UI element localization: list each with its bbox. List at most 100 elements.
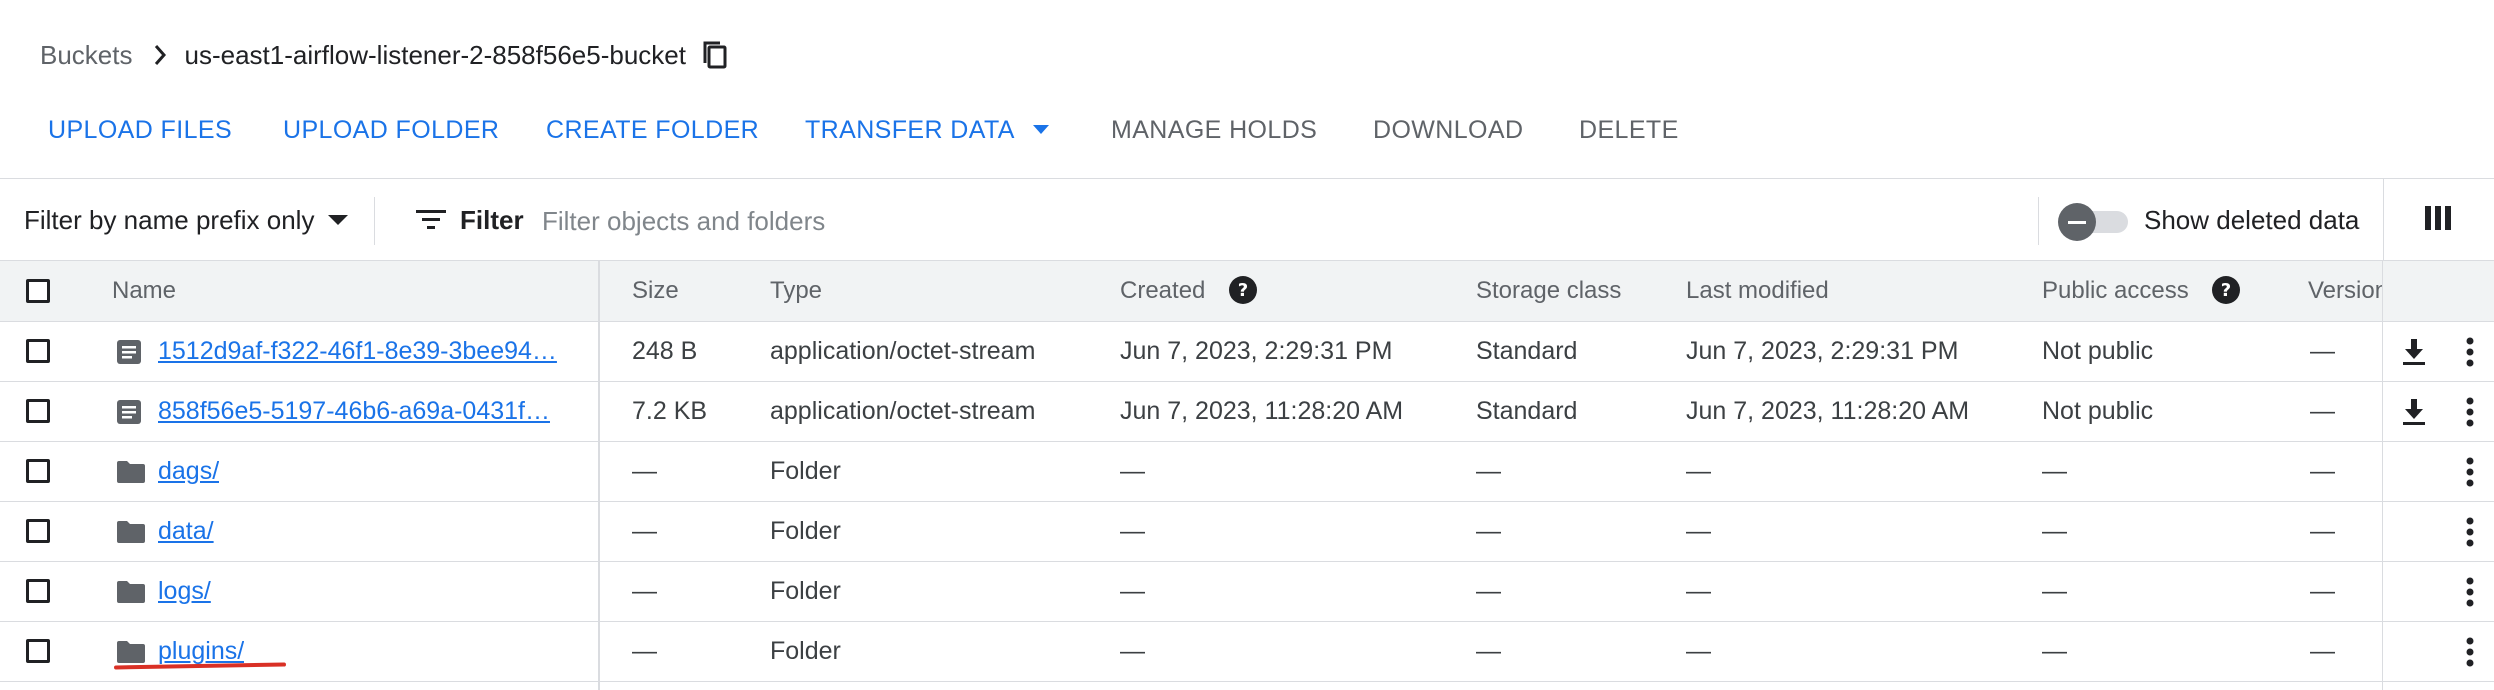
file-icon [116, 339, 142, 370]
divider [374, 197, 375, 245]
cell-storage-class: — [1476, 517, 1501, 545]
cell-version: — [2310, 337, 2335, 365]
create-folder-button[interactable]: CREATE FOLDER [546, 100, 759, 160]
svg-text:?: ? [2221, 280, 2231, 301]
delete-button[interactable]: DELETE [1579, 100, 1679, 160]
transfer-data-dropdown[interactable]: TRANSFER DATA [805, 100, 1049, 160]
cell-created: Jun 7, 2023, 11:28:20 AM [1120, 397, 1404, 425]
header-last-modified[interactable]: Last modified [1686, 261, 1829, 321]
cell-size: — [632, 457, 657, 485]
object-name-link[interactable]: 858f56e5-5197-46b6-a69a-0431f… [158, 381, 550, 441]
row-checkbox[interactable] [26, 639, 50, 663]
table-row[interactable]: 1512d9af-f322-46f1-8e39-3bee94… 248 B appl… [0, 321, 2494, 382]
cell-public-access: Not public [2042, 397, 2154, 425]
sticky-column-divider [2382, 260, 2383, 690]
filter-button[interactable]: Filter [416, 179, 524, 261]
select-all-checkbox[interactable] [26, 279, 50, 303]
help-icon[interactable]: ? [1228, 275, 1258, 305]
cell-storage-class: — [1476, 637, 1501, 665]
more-vert-icon[interactable] [2466, 577, 2474, 612]
cell-version: — [2310, 397, 2335, 425]
download-button[interactable]: DOWNLOAD [1373, 100, 1523, 160]
cell-size: 7.2 KB [632, 397, 708, 425]
cell-public-access: — [2042, 517, 2067, 545]
transfer-data-label: TRANSFER DATA [805, 116, 1015, 144]
table-row[interactable]: data/ — Folder — — — — — [0, 501, 2494, 562]
cell-storage-class: — [1476, 457, 1501, 485]
filter-list-icon [416, 210, 446, 229]
cell-storage-class: Standard [1476, 397, 1578, 425]
filter-bar: Filter by name prefix only Filter Show d… [0, 178, 2494, 261]
cell-version: — [2310, 517, 2335, 545]
cell-version: — [2310, 457, 2335, 485]
more-vert-icon[interactable] [2466, 637, 2474, 672]
show-deleted-toggle[interactable] [2058, 203, 2128, 241]
view-columns-icon[interactable] [2424, 205, 2452, 236]
dropdown-arrow-icon [328, 215, 349, 225]
help-icon[interactable]: ? [2211, 275, 2241, 305]
header-version[interactable]: Version [2308, 261, 2382, 321]
breadcrumb-buckets-link[interactable]: Buckets [40, 40, 133, 71]
column-resize-handle[interactable] [598, 260, 600, 690]
header-public-access[interactable]: Public access ? [2042, 261, 2241, 321]
bucket-name: us-east1-airflow-listener-2-858f56e5-buc… [184, 39, 686, 70]
show-deleted-label: Show deleted data [2144, 204, 2360, 235]
cell-last-modified: — [1686, 577, 1711, 605]
row-checkbox[interactable] [26, 399, 50, 423]
row-checkbox[interactable] [26, 339, 50, 363]
more-vert-icon[interactable] [2466, 397, 2474, 432]
header-created[interactable]: Created ? [1120, 261, 1258, 321]
cell-public-access: — [2042, 457, 2067, 485]
upload-folder-button[interactable]: UPLOAD FOLDER [283, 100, 499, 160]
filter-prefix-label: Filter by name prefix only [24, 204, 315, 235]
more-vert-icon[interactable] [2466, 457, 2474, 492]
cell-created: — [1120, 637, 1145, 665]
cell-type: Folder [770, 457, 841, 485]
cell-type: Folder [770, 517, 841, 545]
download-icon[interactable] [2400, 397, 2428, 432]
filter-prefix-dropdown[interactable]: Filter by name prefix only [24, 179, 349, 261]
svg-text:?: ? [1238, 280, 1248, 301]
cell-size: 248 B [632, 337, 698, 365]
header-storage-class[interactable]: Storage class [1476, 261, 1621, 321]
dropdown-arrow-icon [1032, 124, 1049, 134]
divider [2038, 197, 2039, 245]
filter-objects-input[interactable] [540, 197, 2024, 245]
header-size[interactable]: Size [632, 261, 679, 321]
download-icon[interactable] [2400, 337, 2428, 372]
table-row[interactable]: 858f56e5-5197-46b6-a69a-0431f… 7.2 KB appl… [0, 381, 2494, 442]
folder-icon [116, 459, 146, 490]
cell-created: — [1120, 577, 1145, 605]
cell-last-modified: Jun 7, 2023, 11:28:20 AM [1686, 397, 1970, 425]
chevron-right-icon [153, 44, 167, 66]
header-created-label: Created [1120, 277, 1206, 304]
object-name-link[interactable]: dags/ [158, 441, 219, 501]
table-row[interactable]: plugins/ — Folder — — — — — [0, 621, 2494, 682]
manage-holds-button[interactable]: MANAGE HOLDS [1111, 100, 1317, 160]
cell-public-access: — [2042, 577, 2067, 605]
copy-icon[interactable] [702, 40, 728, 70]
table-row[interactable]: dags/ — Folder — — — — — [0, 441, 2494, 502]
more-vert-icon[interactable] [2466, 337, 2474, 372]
more-vert-icon[interactable] [2466, 517, 2474, 552]
object-name-link[interactable]: plugins/ [158, 621, 244, 681]
cell-storage-class: — [1476, 577, 1501, 605]
cell-type: application/octet-stream [770, 337, 1036, 365]
cell-created: — [1120, 517, 1145, 545]
row-checkbox[interactable] [26, 459, 50, 483]
cell-type: Folder [770, 637, 841, 665]
object-name-link[interactable]: 1512d9af-f322-46f1-8e39-3bee94… [158, 321, 557, 381]
cell-public-access: Not public [2042, 337, 2154, 365]
table-row[interactable]: logs/ — Folder — — — — — [0, 561, 2494, 622]
cell-type: application/octet-stream [770, 397, 1036, 425]
upload-files-button[interactable]: UPLOAD FILES [48, 100, 232, 160]
header-type[interactable]: Type [770, 261, 822, 321]
cell-size: — [632, 577, 657, 605]
object-name-link[interactable]: logs/ [158, 561, 211, 621]
cell-version: — [2310, 637, 2335, 665]
object-name-link[interactable]: data/ [158, 501, 214, 561]
header-name[interactable]: Name [112, 261, 176, 321]
breadcrumb: Buckets us-east1-airflow-listener-2-858f… [40, 30, 728, 80]
row-checkbox[interactable] [26, 519, 50, 543]
row-checkbox[interactable] [26, 579, 50, 603]
